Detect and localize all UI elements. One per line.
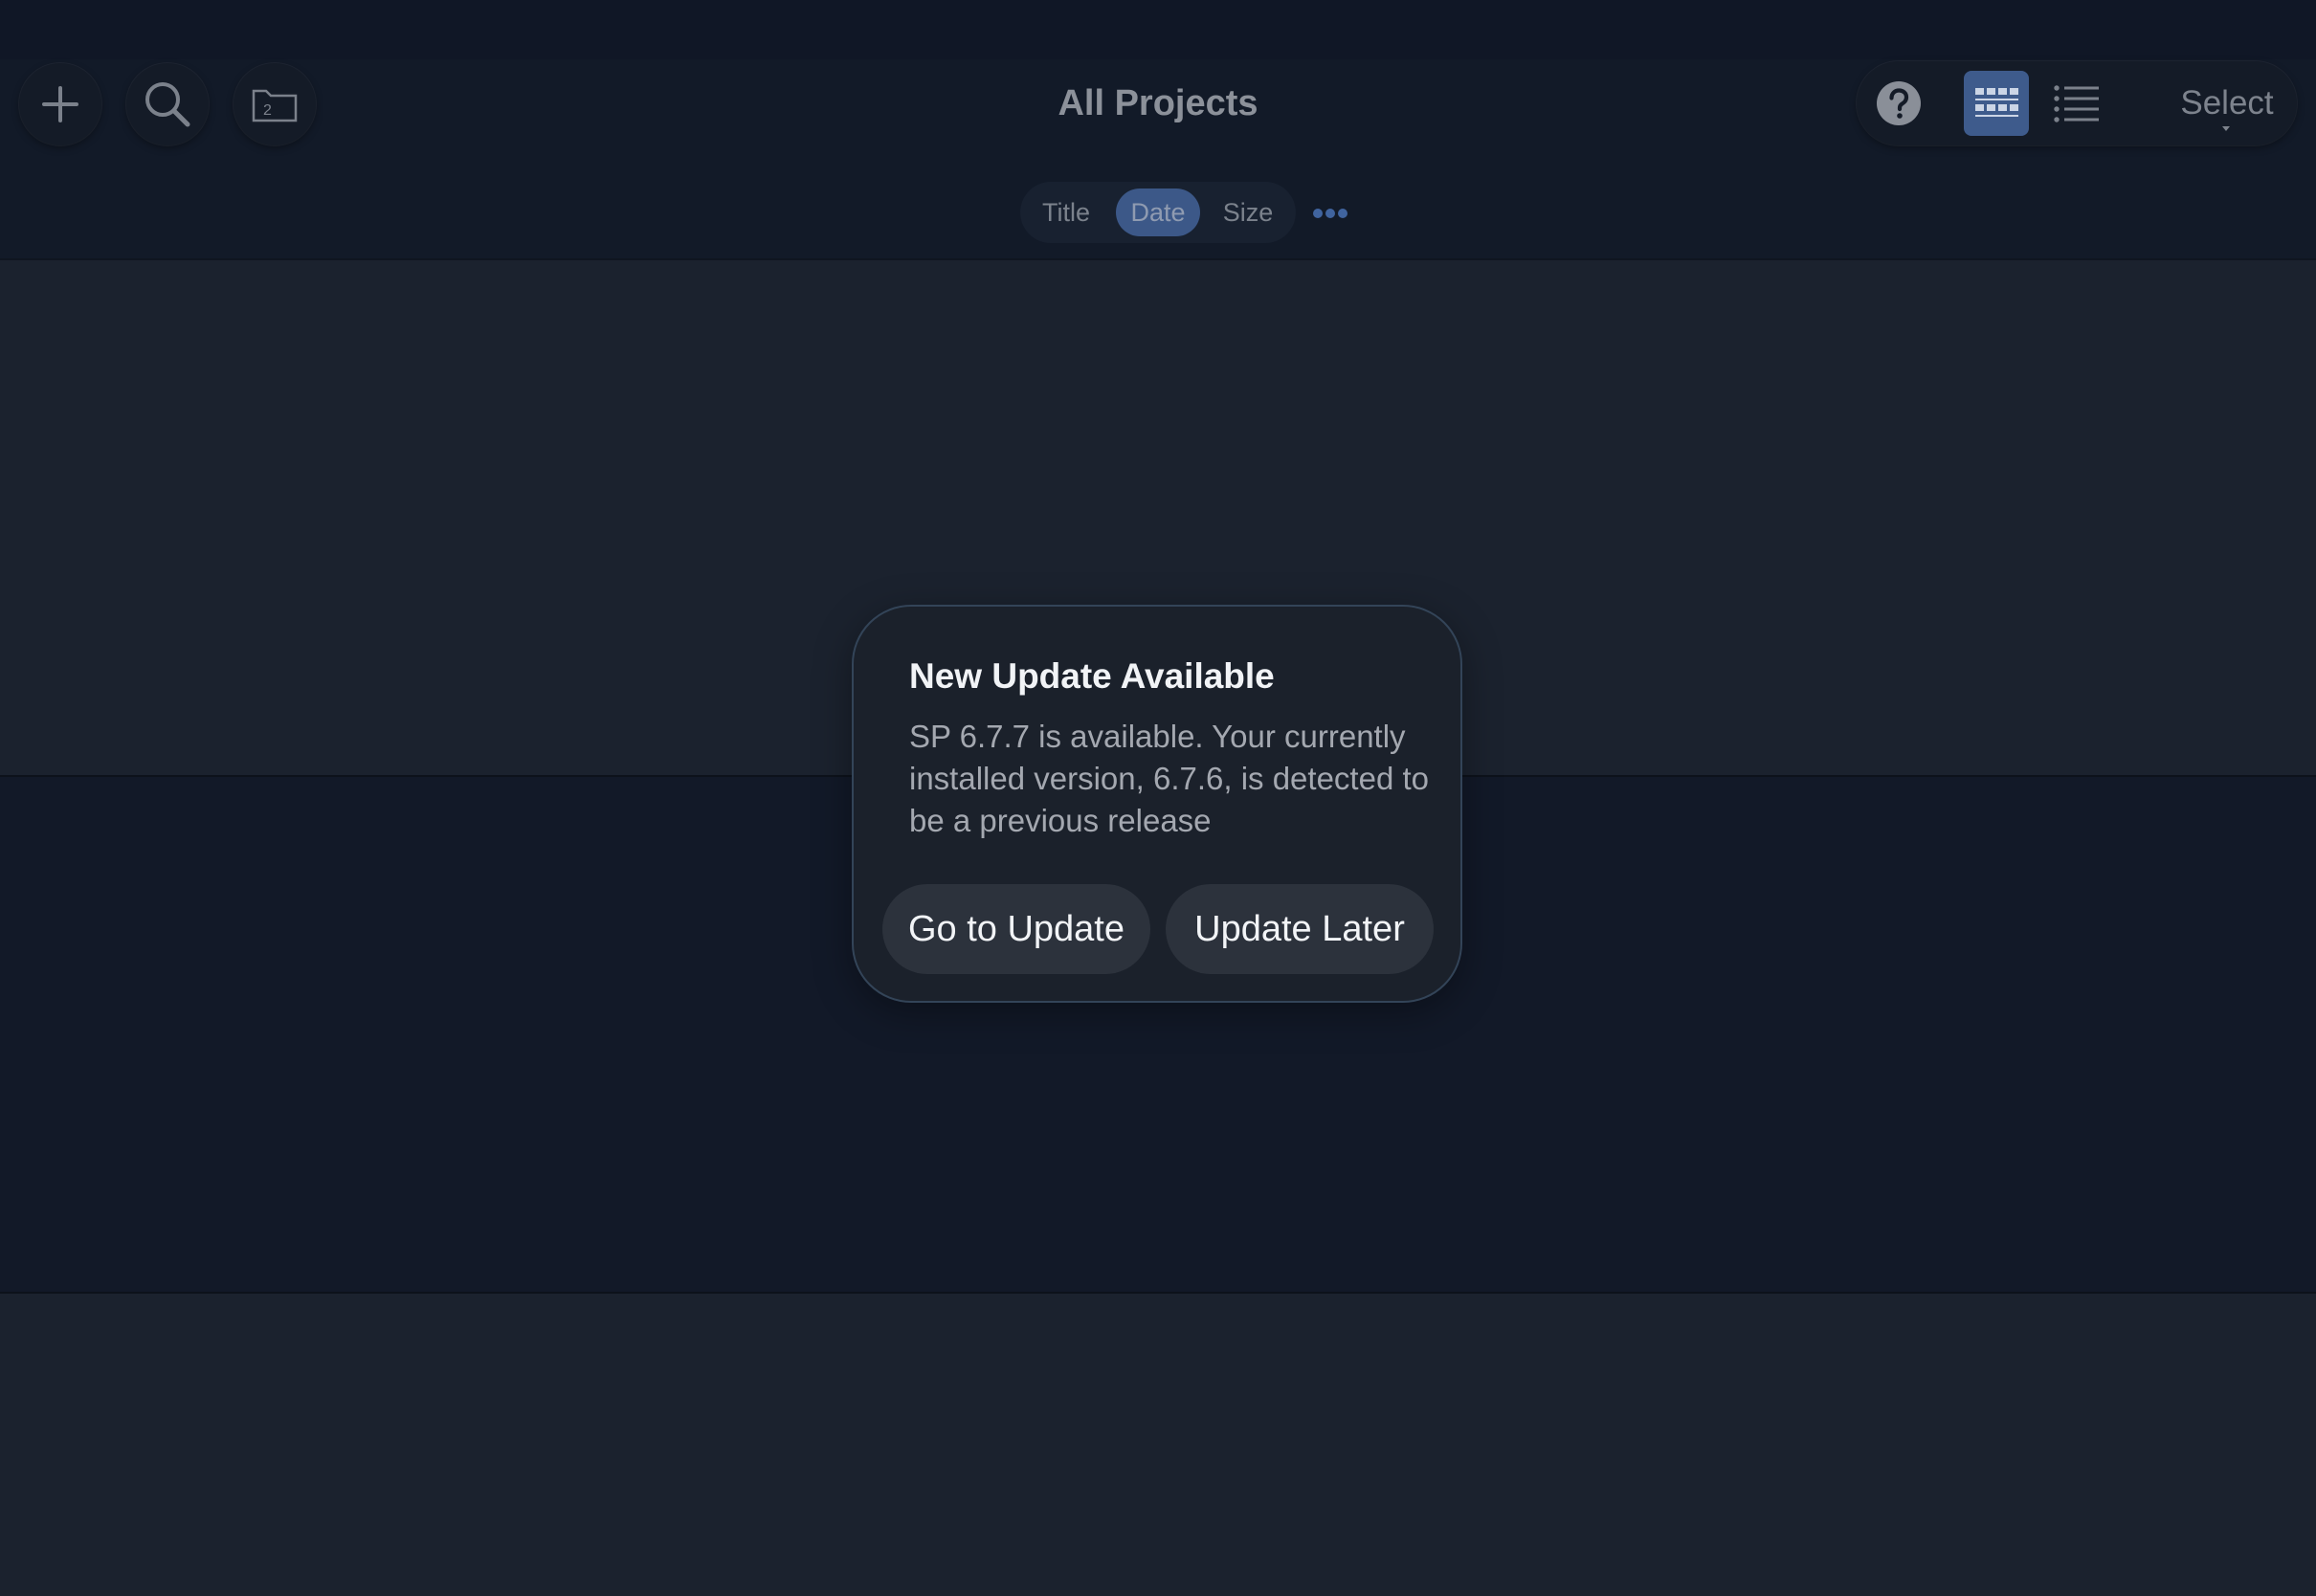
search-icon bbox=[145, 82, 190, 127]
question-mark-icon[interactable] bbox=[1876, 80, 1922, 126]
sort-by-title[interactable]: Title bbox=[1032, 188, 1101, 236]
folder-count: 2 bbox=[263, 102, 272, 119]
dialog-message: SP 6.7.7 is available. Your currently in… bbox=[909, 719, 1429, 838]
page-title: All Projects bbox=[1058, 83, 1258, 123]
grid-view-button[interactable] bbox=[1964, 71, 2029, 136]
new-project-button[interactable] bbox=[19, 63, 101, 145]
folder-icon: 2 bbox=[252, 89, 298, 122]
grid-view-icon bbox=[1975, 88, 2018, 117]
dialog-title: New Update Available bbox=[909, 656, 1275, 696]
sort-by-size[interactable]: Size bbox=[1214, 188, 1282, 236]
update-dialog: New Update Available SP 6.7.7 is availab… bbox=[852, 605, 1462, 1003]
plus-icon bbox=[42, 86, 78, 122]
status-bar-area bbox=[0, 0, 2316, 59]
list-view-button[interactable] bbox=[2050, 77, 2104, 130]
go-to-update-button[interactable]: Go to Update bbox=[882, 884, 1150, 974]
select-dropdown-caret bbox=[2222, 126, 2230, 131]
ellipsis-icon[interactable] bbox=[1311, 199, 1349, 228]
select-button[interactable]: Select bbox=[2165, 77, 2289, 130]
all-projects-screen: 2 All Projects Select Title Date Size Ne… bbox=[0, 0, 2316, 1596]
sort-by-date[interactable]: Date bbox=[1116, 188, 1200, 236]
search-button[interactable] bbox=[126, 63, 209, 145]
update-later-button[interactable]: Update Later bbox=[1166, 884, 1434, 974]
list-view-icon bbox=[2054, 85, 2099, 122]
folder-button[interactable]: 2 bbox=[234, 63, 316, 145]
project-shelf-row-3 bbox=[0, 1294, 2316, 1596]
